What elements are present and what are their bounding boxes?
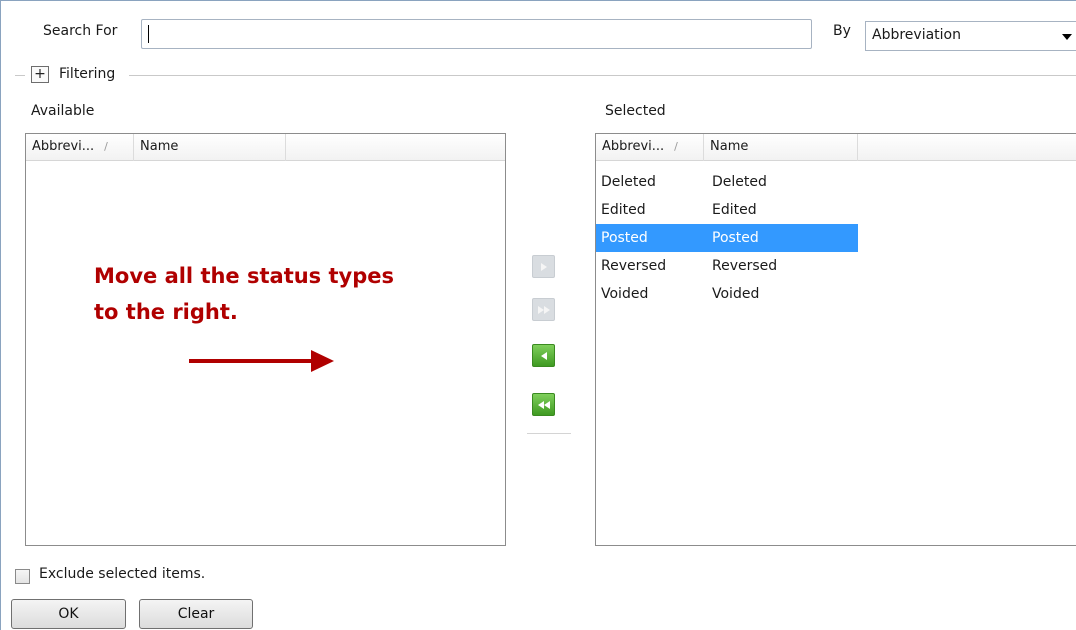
move-all-right-icon: [537, 305, 550, 314]
item-abbreviation: Deleted: [601, 174, 656, 190]
exclude-selected-checkbox[interactable]: [15, 569, 30, 584]
available-col-name[interactable]: Name: [134, 134, 286, 161]
available-col-abbreviation[interactable]: Abbrevi... /: [26, 134, 134, 161]
move-all-left-icon: [537, 400, 550, 409]
available-list[interactable]: Abbrevi... / Name: [25, 133, 506, 546]
search-by-value: Abbreviation: [872, 27, 961, 43]
exclude-selected-label: Exclude selected items.: [39, 566, 206, 582]
filtering-divider-left: [15, 75, 25, 76]
instruction-annotation: Move all the status types to the right.: [94, 264, 394, 324]
move-all-right-button[interactable]: [532, 298, 555, 321]
item-abbreviation: Reversed: [601, 258, 667, 274]
selected-list-item[interactable]: Reversed Reversed: [596, 252, 858, 280]
right-arrow-icon: [189, 350, 334, 372]
selected-col-name[interactable]: Name: [704, 134, 858, 161]
filtering-label: Filtering: [59, 66, 116, 82]
selected-col-name-label: Name: [710, 139, 749, 154]
search-by-select[interactable]: Abbreviation: [865, 21, 1076, 51]
item-abbreviation: Voided: [601, 286, 649, 302]
move-left-icon: [540, 351, 547, 360]
item-name: Posted: [712, 230, 759, 246]
search-for-label: Search For: [43, 23, 118, 39]
selected-col-abbreviation-label: Abbrevi...: [602, 139, 665, 154]
item-abbreviation: Edited: [601, 202, 646, 218]
clear-button[interactable]: Clear: [139, 599, 253, 629]
expand-filtering-button[interactable]: +: [31, 66, 49, 83]
text-caret: [148, 25, 149, 43]
move-left-button[interactable]: [532, 344, 555, 367]
item-abbreviation: Posted: [601, 230, 648, 246]
move-right-button[interactable]: [532, 255, 555, 278]
item-name: Deleted: [712, 174, 767, 190]
move-right-icon: [540, 262, 547, 271]
button-separator: [527, 433, 571, 434]
ok-button[interactable]: OK: [11, 599, 126, 629]
status-picker-dialog: Search For By Abbreviation + Filtering A…: [0, 0, 1076, 630]
available-col-abbreviation-label: Abbrevi...: [32, 139, 95, 154]
search-input[interactable]: [141, 19, 812, 49]
selected-list[interactable]: Abbrevi... / Name Deleted Deleted Edited …: [595, 133, 1076, 546]
filtering-divider-right: [129, 75, 1076, 76]
item-name: Edited: [712, 202, 757, 218]
item-name: Reversed: [712, 258, 778, 274]
selected-list-item[interactable]: Deleted Deleted: [596, 168, 858, 196]
chevron-down-icon: [1062, 34, 1072, 40]
selected-list-item-highlighted[interactable]: Posted Posted: [596, 224, 858, 252]
available-col-name-label: Name: [140, 139, 179, 154]
available-title: Available: [31, 103, 95, 119]
available-list-header: Abbrevi... / Name: [26, 134, 505, 161]
selected-list-item[interactable]: Edited Edited: [596, 196, 858, 224]
sort-indicator-icon: /: [674, 140, 678, 153]
item-name: Voided: [712, 286, 760, 302]
by-label: By: [833, 23, 851, 39]
plus-icon: +: [34, 66, 46, 82]
sort-indicator-icon: /: [104, 140, 108, 153]
selected-col-abbreviation[interactable]: Abbrevi... /: [596, 134, 704, 161]
move-all-left-button[interactable]: [532, 393, 555, 416]
selected-title: Selected: [605, 103, 666, 119]
selected-list-item[interactable]: Voided Voided: [596, 280, 858, 308]
selected-list-header: Abbrevi... / Name: [596, 134, 1076, 161]
